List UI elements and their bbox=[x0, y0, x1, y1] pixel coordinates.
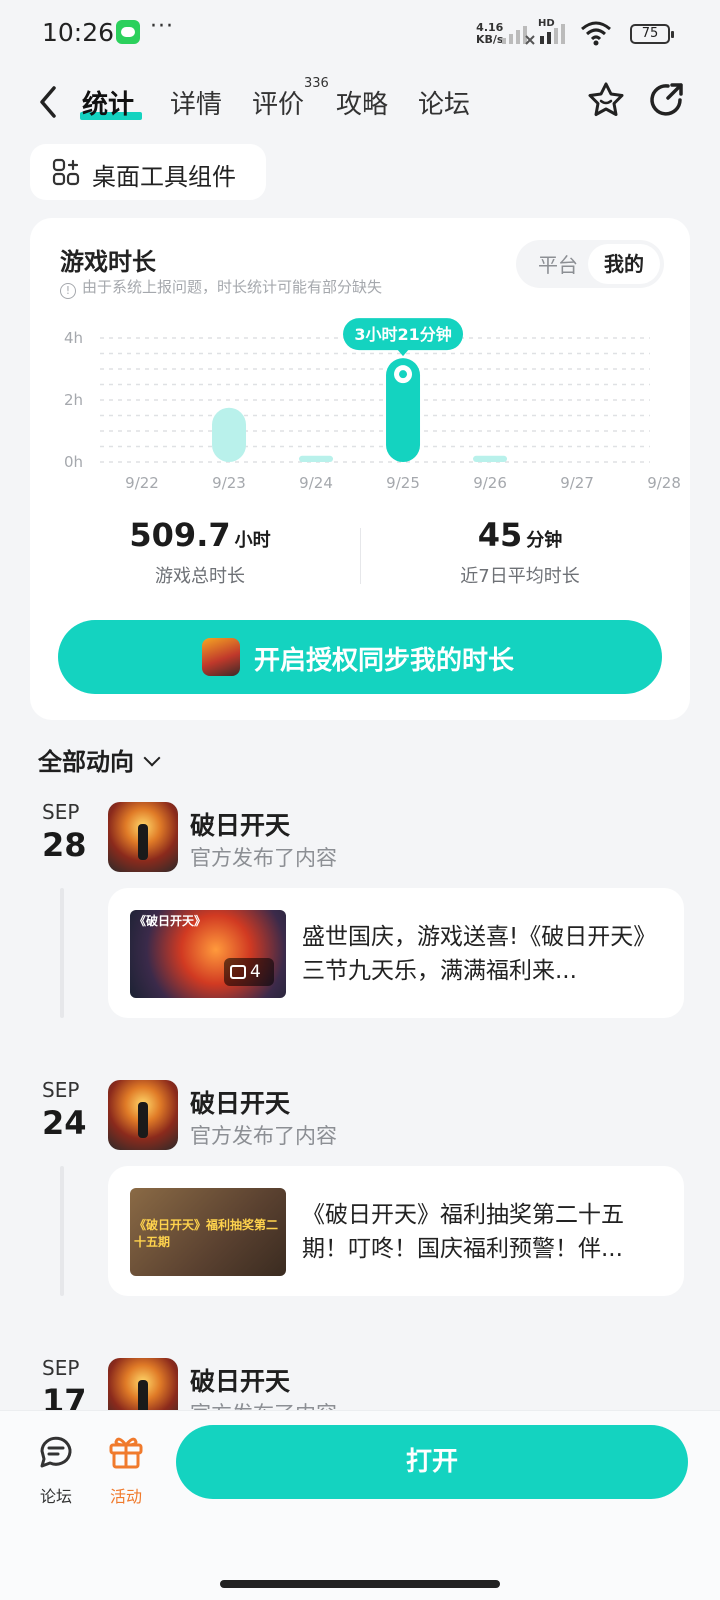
desktop-widget-label: 桌面工具组件 bbox=[92, 163, 236, 191]
more-notifications-icon: ··· bbox=[150, 14, 174, 39]
x-tick-label: 9/28 bbox=[647, 474, 681, 492]
gift-icon bbox=[109, 1437, 143, 1469]
wechat-icon bbox=[116, 20, 140, 44]
image-icon bbox=[230, 965, 246, 979]
playtime-note: ! 由于系统上报问题，时长统计可能有部分缺失 bbox=[60, 276, 382, 299]
x-tick-label: 9/22 bbox=[125, 474, 159, 492]
widget-grid-icon bbox=[52, 158, 80, 186]
tab-stats[interactable]: 统计 bbox=[82, 84, 134, 121]
toggle-mine[interactable]: 我的 bbox=[588, 244, 660, 284]
playtime-title: 游戏时长 bbox=[60, 248, 156, 276]
entry-month: SEP bbox=[42, 1078, 80, 1102]
post-thumbnail: 《破日开天》 4 bbox=[130, 910, 286, 998]
x-tick-label: 9/24 bbox=[299, 474, 333, 492]
post-card[interactable]: 《破日开天》福利抽奖第二十五期 《破日开天》福利抽奖第二十五期！叮咚！国庆福利预… bbox=[108, 1166, 684, 1296]
desktop-widget-button[interactable]: 桌面工具组件 bbox=[30, 144, 266, 200]
top-navigation: 统计 详情 评价 336 攻略 论坛 bbox=[0, 70, 720, 134]
entry-game-name[interactable]: 破日开天 bbox=[190, 806, 290, 842]
y-tick-label: 2h bbox=[64, 391, 83, 409]
bar-marker-dot bbox=[399, 370, 408, 379]
home-indicator bbox=[220, 1580, 500, 1588]
bottom-activity-button[interactable]: 活动 bbox=[96, 1431, 156, 1507]
playtime-card: 游戏时长 ! 由于系统上报问题，时长统计可能有部分缺失 平台 我的 4h 2h 0h 9… bbox=[30, 218, 690, 720]
x-tick-label: 9/26 bbox=[473, 474, 507, 492]
entry-month: SEP bbox=[42, 1356, 80, 1380]
bottom-forum-button[interactable]: 论坛 bbox=[26, 1431, 86, 1507]
post-text: 盛世国庆，游戏送喜!《破日开天》三节九天乐，满满福利来... bbox=[302, 924, 645, 984]
avg-playtime: 45 分钟 近7日平均时长 bbox=[460, 516, 580, 587]
entry-month: SEP bbox=[42, 800, 80, 824]
image-count-badge: 4 bbox=[224, 958, 274, 986]
open-game-button[interactable]: 打开 bbox=[176, 1425, 688, 1499]
post-card[interactable]: 《破日开天》 4 盛世国庆，游戏送喜!《破日开天》三节九天乐，满满福利来... bbox=[108, 888, 684, 1018]
source-toggle[interactable]: 平台 我的 bbox=[516, 240, 664, 288]
total-playtime: 509.7 小时 游戏总时长 bbox=[129, 516, 271, 587]
playtime-stats: 509.7 小时 游戏总时长 45 分钟 近7日平均时长 bbox=[30, 516, 690, 596]
battery-indicator: 75 bbox=[630, 24, 674, 44]
game-icon bbox=[202, 638, 240, 676]
game-avatar[interactable] bbox=[108, 802, 178, 872]
post-text: 《破日开天》福利抽奖第二十五期！叮咚！国庆福利预警！伴... bbox=[302, 1202, 624, 1262]
sync-playtime-button[interactable]: 开启授权同步我的时长 bbox=[58, 620, 662, 694]
tab-guides[interactable]: 攻略 bbox=[336, 84, 388, 121]
y-tick-label: 4h bbox=[64, 329, 83, 347]
favorite-star-icon[interactable] bbox=[586, 80, 626, 120]
timeline-line bbox=[60, 888, 64, 1018]
tab-forum[interactable]: 论坛 bbox=[418, 84, 470, 121]
timeline-line bbox=[60, 1166, 64, 1296]
toggle-platform[interactable]: 平台 bbox=[538, 249, 578, 278]
entry-game-name[interactable]: 破日开天 bbox=[190, 1362, 290, 1398]
status-time: 10:26 bbox=[42, 18, 115, 47]
forum-chat-icon bbox=[40, 1436, 72, 1468]
chart-bar bbox=[299, 455, 334, 462]
bottom-action-bar: 论坛 活动 打开 bbox=[0, 1410, 720, 1600]
entry-day: 28 bbox=[42, 826, 87, 864]
share-icon[interactable] bbox=[646, 80, 686, 120]
post-thumbnail: 《破日开天》福利抽奖第二十五期 bbox=[130, 1188, 286, 1276]
x-tick-label: 9/25 bbox=[386, 474, 420, 492]
x-tick-label: 9/23 bbox=[212, 474, 246, 492]
x-tick-label: 9/27 bbox=[560, 474, 594, 492]
chart-bar bbox=[212, 407, 247, 462]
y-tick-label: 0h bbox=[64, 453, 83, 471]
entry-action: 官方发布了内容 bbox=[190, 1124, 337, 1148]
activity-filter[interactable]: 全部动向 bbox=[38, 742, 161, 777]
status-bar: 10:26 ··· 4.16 KB/s HD 75 bbox=[0, 0, 720, 68]
signal-2-icon bbox=[540, 24, 565, 44]
chart-tooltip-text: 3小时21分钟 bbox=[354, 325, 451, 344]
review-count: 336 bbox=[304, 76, 329, 91]
playtime-chart: 4h 2h 0h 9/22 9/23 9/24 3小时21分钟 9/25 9/26 9/27 9/2… bbox=[64, 318, 681, 492]
signal-1-icon bbox=[502, 26, 535, 45]
wifi-icon bbox=[581, 21, 611, 46]
chevron-down-icon bbox=[143, 749, 161, 767]
entry-day: 24 bbox=[42, 1104, 87, 1142]
entry-action: 官方发布了内容 bbox=[190, 846, 337, 870]
info-icon: ! bbox=[60, 283, 76, 299]
tab-details[interactable]: 详情 bbox=[170, 84, 222, 121]
chart-tooltip-pointer bbox=[397, 349, 410, 357]
back-arrow-icon[interactable] bbox=[34, 82, 64, 122]
entry-game-name[interactable]: 破日开天 bbox=[190, 1084, 290, 1120]
chart-bar bbox=[473, 455, 508, 462]
game-avatar[interactable] bbox=[108, 1080, 178, 1150]
tab-reviews[interactable]: 评价 bbox=[252, 84, 304, 121]
